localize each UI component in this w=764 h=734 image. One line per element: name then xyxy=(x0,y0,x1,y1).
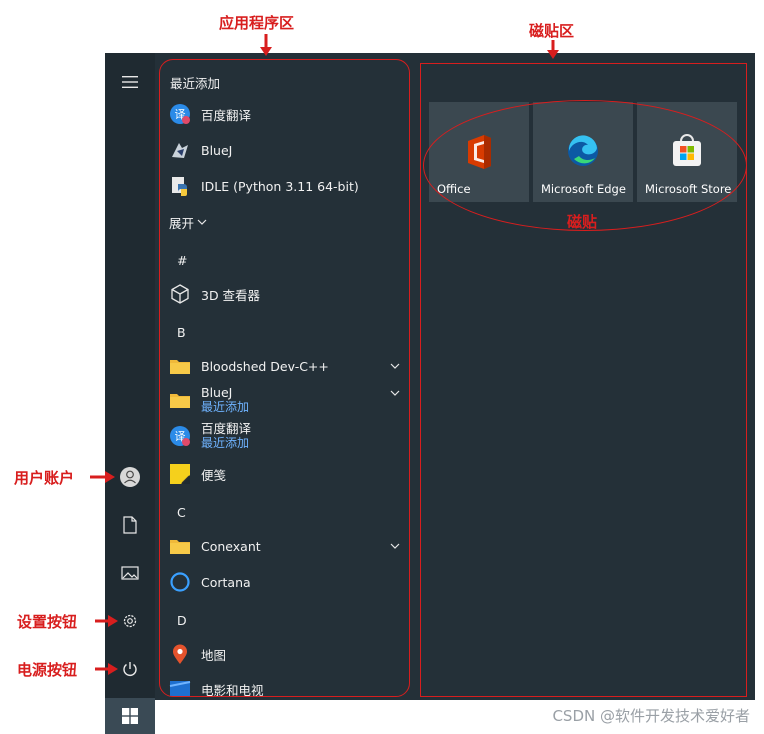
watermark: CSDN @软件开发技术爱好者 xyxy=(552,707,750,725)
annotation-arrows xyxy=(90,34,559,675)
